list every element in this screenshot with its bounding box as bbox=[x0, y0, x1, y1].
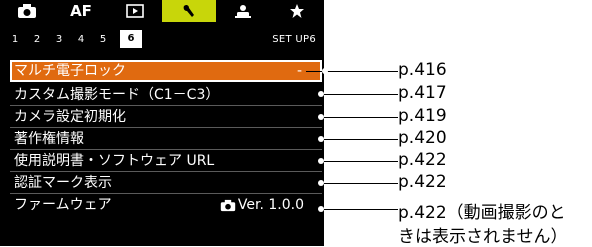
page-ref: p.420 bbox=[398, 128, 447, 148]
leader-dot bbox=[318, 158, 324, 164]
menu-item-firmware[interactable]: ファームウェア Ver. 1.0.0 bbox=[10, 194, 322, 216]
menu-item-label: 使用説明書・ソフトウェア URL bbox=[14, 153, 215, 169]
leader-dot bbox=[318, 136, 324, 142]
menu-item-label: カスタム撮影モード（C1－C3） bbox=[14, 87, 220, 103]
menu-item-label: マルチ電子ロック bbox=[14, 63, 126, 79]
leader-dot bbox=[318, 180, 324, 186]
person-star-icon bbox=[235, 5, 251, 18]
menu-item-reset-camera[interactable]: カメラ設定初期化 bbox=[10, 106, 322, 128]
menu-item-label: 著作権情報 bbox=[14, 131, 84, 147]
leader-dot bbox=[318, 91, 324, 97]
menu-item-label: ファームウェア bbox=[14, 197, 112, 213]
tab-af-label: AF bbox=[70, 2, 92, 20]
page-4[interactable]: 4 bbox=[70, 34, 92, 45]
page-indicator: 1 2 3 4 5 6 SET UP6 bbox=[0, 30, 324, 48]
menu-item-value: - bbox=[296, 63, 302, 79]
page-ref: p.416 bbox=[398, 60, 447, 80]
setup-page-label: SET UP6 bbox=[272, 33, 316, 45]
page-ref-note: きは表示されません） bbox=[398, 227, 568, 247]
menu-tab-bar: AF bbox=[0, 0, 324, 22]
firmware-version: Ver. 1.0.0 bbox=[220, 194, 304, 216]
page-ref: p.422 bbox=[398, 172, 447, 192]
menu-item-custom-shooting-mode[interactable]: カスタム撮影モード（C1－C3） bbox=[10, 84, 322, 106]
page-5[interactable]: 5 bbox=[92, 34, 114, 45]
page-ref: p.422 bbox=[398, 150, 447, 170]
page-2[interactable]: 2 bbox=[26, 34, 48, 45]
wrench-icon bbox=[183, 4, 194, 17]
menu-item-label: カメラ設定初期化 bbox=[14, 109, 126, 125]
menu-item-multi-lock[interactable]: マルチ電子ロック - bbox=[10, 60, 322, 82]
tab-custom[interactable] bbox=[216, 0, 270, 22]
tab-af[interactable]: AF bbox=[54, 0, 108, 22]
star-icon bbox=[290, 4, 304, 18]
camera-menu-screen: AF 1 2 3 4 5 6 SET UP6 マルチ電子ロック - カスタム撮影… bbox=[0, 0, 324, 246]
camera-icon bbox=[220, 199, 236, 211]
leader-dot bbox=[318, 114, 324, 120]
leader-line bbox=[306, 71, 398, 72]
menu-item-copyright[interactable]: 著作権情報 bbox=[10, 128, 322, 150]
menu-item-manual-url[interactable]: 使用説明書・ソフトウェア URL bbox=[10, 150, 322, 172]
menu-item-cert-logo[interactable]: 認証マーク表示 bbox=[10, 172, 322, 194]
tab-playback[interactable] bbox=[108, 0, 162, 22]
play-icon bbox=[126, 4, 144, 18]
tab-setup[interactable] bbox=[162, 0, 216, 22]
leader-dot bbox=[318, 206, 324, 212]
page-ref: p.417 bbox=[398, 83, 447, 103]
leader-dot bbox=[322, 68, 328, 74]
menu-item-label: 認証マーク表示 bbox=[14, 175, 112, 191]
page-3[interactable]: 3 bbox=[48, 34, 70, 45]
page-1[interactable]: 1 bbox=[4, 34, 26, 45]
page-6[interactable]: 6 bbox=[120, 30, 142, 48]
tab-mymenu[interactable] bbox=[270, 0, 324, 22]
firmware-version-text: Ver. 1.0.0 bbox=[237, 197, 304, 213]
tab-shooting[interactable] bbox=[0, 0, 54, 22]
page-ref: p.422（動画撮影のと bbox=[398, 203, 566, 223]
page-ref: p.419 bbox=[398, 106, 447, 126]
camera-icon bbox=[18, 4, 36, 18]
